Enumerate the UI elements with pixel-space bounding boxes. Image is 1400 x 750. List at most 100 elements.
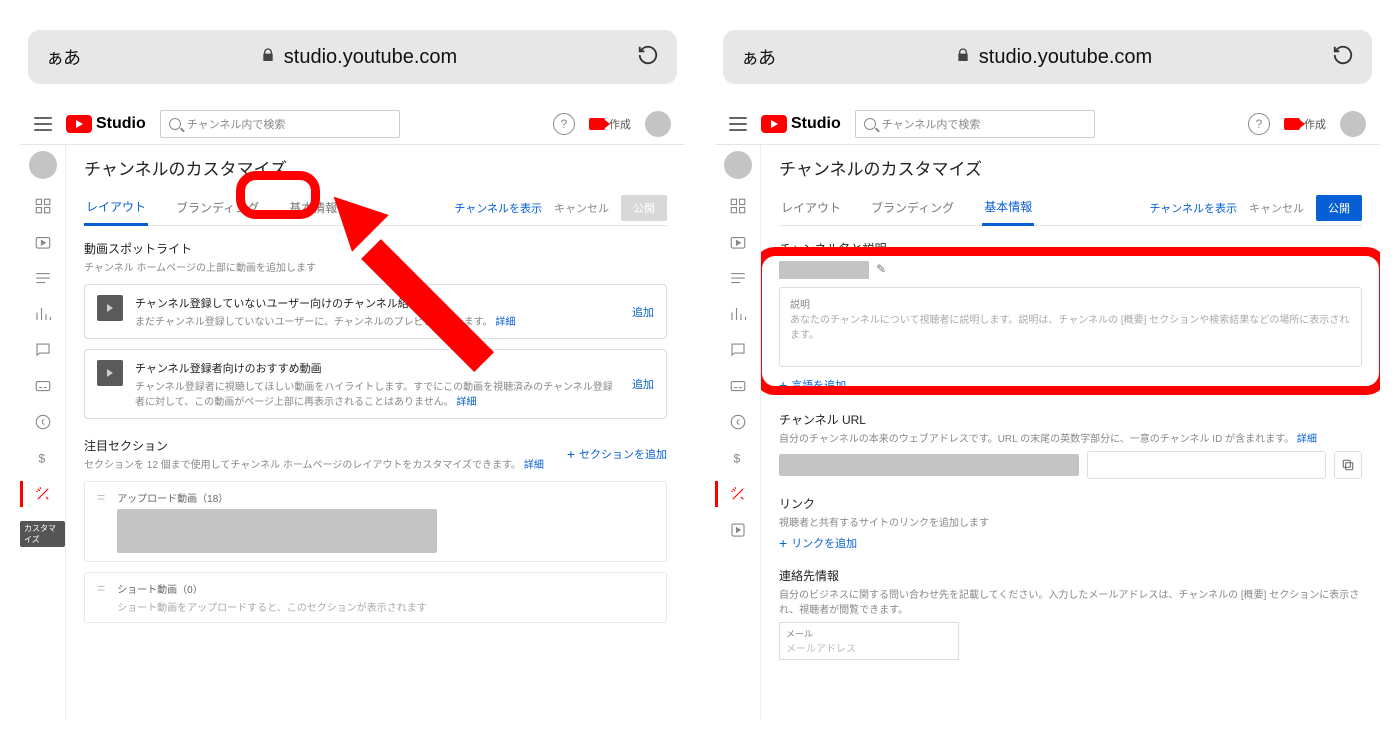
content-icon[interactable]: [729, 233, 747, 251]
channel-url-field: [779, 451, 1362, 479]
section-row-uploads: = アップロード動画（18）: [84, 481, 667, 562]
featured-title: チャンネル登録者向けのおすすめ動画: [135, 360, 620, 376]
help-icon[interactable]: ?: [553, 113, 575, 135]
subtitles-icon[interactable]: [729, 377, 747, 395]
details-link[interactable]: 詳細: [524, 460, 544, 471]
comments-icon[interactable]: [34, 341, 52, 359]
details-link[interactable]: 詳細: [456, 397, 476, 408]
tab-branding[interactable]: ブランディング: [174, 191, 261, 224]
copyright-icon[interactable]: [34, 413, 52, 431]
section-shorts-label: ショート動画（0）: [117, 581, 654, 596]
add-section-button[interactable]: +セクションを追加: [567, 446, 667, 462]
refresh-icon[interactable]: [1332, 44, 1354, 71]
email-field[interactable]: メール メールアドレス: [779, 622, 959, 660]
avatar[interactable]: [1340, 111, 1366, 137]
help-icon[interactable]: ?: [1248, 113, 1270, 135]
tab-row: レイアウト ブランディング 基本情報 チャンネルを表示 キャンセル 公開: [779, 190, 1362, 226]
studio-text: Studio: [791, 115, 841, 133]
tab-layout[interactable]: レイアウト: [779, 191, 843, 224]
search-icon: [169, 118, 181, 130]
drag-icon[interactable]: =: [97, 490, 105, 504]
add-link[interactable]: 追加: [632, 376, 654, 392]
content-icon[interactable]: [34, 233, 52, 251]
add-link[interactable]: 追加: [632, 304, 654, 320]
analytics-icon[interactable]: [34, 305, 52, 323]
main-content-basic: チャンネルのカスタマイズ レイアウト ブランディング 基本情報 チャンネルを表示…: [761, 145, 1380, 720]
channel-avatar[interactable]: [29, 151, 57, 179]
description-label: 説明: [790, 296, 1351, 311]
redacted-url: [779, 454, 1079, 476]
trailer-title: チャンネル登録していないユーザー向けのチャンネル紹介動画: [135, 295, 620, 311]
tab-basic[interactable]: 基本情報: [287, 191, 339, 224]
customize-icon[interactable]: [729, 485, 747, 503]
view-channel-link[interactable]: チャンネルを表示: [1149, 200, 1237, 216]
address-bar: ぁあ studio.youtube.com: [723, 30, 1372, 84]
description-textarea[interactable]: 説明 あなたのチャンネルについて視聴者に説明します。説明は、チャンネルの [概要…: [779, 287, 1362, 367]
create-button[interactable]: 作成: [589, 116, 631, 132]
contact-desc: 自分のビジネスに関する問い合わせ先を記載してください。入力したメールアドレスは、…: [779, 586, 1362, 616]
active-indicator: [20, 481, 23, 507]
studio-logo[interactable]: Studio: [761, 115, 841, 133]
text-size-control[interactable]: ぁあ: [741, 44, 775, 70]
cancel-button[interactable]: キャンセル: [1249, 200, 1304, 216]
tab-branding[interactable]: ブランディング: [869, 191, 956, 224]
active-indicator: [715, 481, 718, 507]
customize-icon[interactable]: [34, 485, 52, 503]
channel-avatar[interactable]: [724, 151, 752, 179]
library-icon[interactable]: [729, 521, 747, 539]
trailer-desc: まだチャンネル登録していないユーザーに、チャンネルのプレビューをします。: [135, 317, 493, 328]
publish-button[interactable]: 公開: [1316, 195, 1362, 221]
avatar[interactable]: [645, 111, 671, 137]
menu-icon[interactable]: [729, 117, 747, 131]
search-placeholder: チャンネル内で検索: [882, 116, 981, 132]
email-placeholder: メールアドレス: [786, 640, 952, 655]
camera-icon: [1284, 118, 1300, 130]
section-row-shorts: = ショート動画（0） ショート動画をアップロードすると、このセクションが表示さ…: [84, 572, 667, 623]
page-title: チャンネルのカスタマイズ: [84, 155, 667, 180]
details-link[interactable]: 詳細: [1297, 434, 1317, 445]
subtitles-icon[interactable]: [34, 377, 52, 395]
drag-icon[interactable]: =: [97, 581, 105, 595]
video-icon: [97, 295, 123, 321]
links-title: リンク: [779, 495, 1362, 512]
studio-logo[interactable]: Studio: [66, 115, 146, 133]
add-language-button[interactable]: +言語を追加: [779, 377, 1362, 393]
youtube-icon: [66, 115, 92, 133]
monetize-icon[interactable]: $: [729, 449, 747, 467]
monetize-icon[interactable]: $: [34, 449, 52, 467]
cancel-button[interactable]: キャンセル: [554, 200, 609, 216]
playlist-icon[interactable]: [729, 269, 747, 287]
comments-icon[interactable]: [729, 341, 747, 359]
description-placeholder: あなたのチャンネルについて視聴者に説明します。説明は、チャンネルの [概要] セ…: [790, 313, 1351, 343]
section-uploads-label: アップロード動画（18）: [117, 490, 654, 505]
search-placeholder: チャンネル内で検索: [187, 116, 286, 132]
edit-icon[interactable]: ✎: [876, 262, 886, 276]
text-size-control[interactable]: ぁあ: [46, 44, 80, 70]
tab-layout[interactable]: レイアウト: [84, 190, 148, 226]
details-link[interactable]: 詳細: [495, 317, 515, 328]
search-input[interactable]: チャンネル内で検索: [160, 110, 400, 138]
url-field-extension: [1087, 451, 1326, 479]
copy-icon[interactable]: [1334, 451, 1362, 479]
search-input[interactable]: チャンネル内で検索: [855, 110, 1095, 138]
create-label: 作成: [1304, 116, 1326, 132]
redacted-channel-name: [779, 261, 869, 279]
url-text: studio.youtube.com: [979, 46, 1152, 69]
menu-icon[interactable]: [34, 117, 52, 131]
featured-card: チャンネル登録者向けのおすすめ動画 チャンネル登録者に視聴してほしい動画をハイラ…: [84, 349, 667, 419]
create-label: 作成: [609, 116, 631, 132]
view-channel-link[interactable]: チャンネルを表示: [454, 200, 542, 216]
add-link-button[interactable]: +リンクを追加: [779, 535, 1362, 551]
refresh-icon[interactable]: [637, 44, 659, 71]
dashboard-icon[interactable]: [729, 197, 747, 215]
create-button[interactable]: 作成: [1284, 116, 1326, 132]
tab-basic[interactable]: 基本情報: [982, 190, 1034, 226]
playlist-icon[interactable]: [34, 269, 52, 287]
lock-icon: [955, 46, 971, 69]
copyright-icon[interactable]: [729, 413, 747, 431]
camera-icon: [589, 118, 605, 130]
analytics-icon[interactable]: [729, 305, 747, 323]
dashboard-icon[interactable]: [34, 197, 52, 215]
url-text: studio.youtube.com: [284, 46, 457, 69]
publish-button-disabled: 公開: [621, 195, 667, 221]
